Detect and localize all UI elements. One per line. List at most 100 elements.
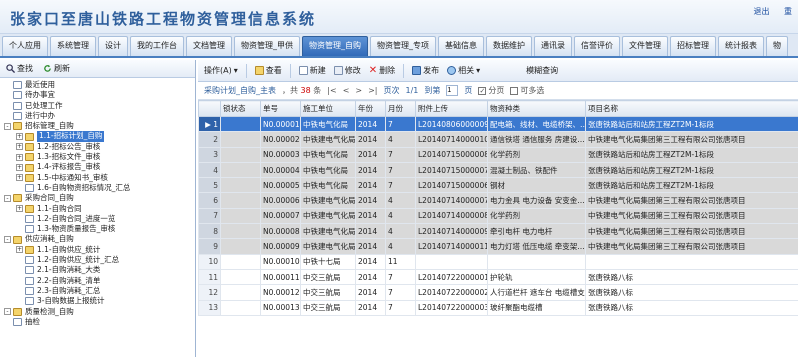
table-row[interactable]: 13 N0.00013 中交三航局 2014 7 L20140722000003 玻纤聚酯电… <box>198 299 798 316</box>
new-button[interactable]: 新建 <box>298 65 326 76</box>
tree-node[interactable]: 1.2-自购合同_进度一览 <box>4 214 195 224</box>
nav-tab[interactable]: 我的工作台 <box>130 36 184 56</box>
edit-button[interactable]: 修改 <box>333 65 361 76</box>
tree-node[interactable]: +1.5-中标通知书_审核 <box>4 173 195 183</box>
nav-tab[interactable]: 招标管理 <box>670 36 716 56</box>
tree-node[interactable]: 2.3-自购消耗_汇总 <box>4 286 195 296</box>
column-header[interactable]: 月份 <box>385 100 416 117</box>
tree-node[interactable]: +1.1-招标计划_自购 <box>4 131 195 142</box>
expand-icon[interactable]: + <box>16 205 23 213</box>
tree-node[interactable]: - 采购合同_自购 <box>4 193 195 203</box>
table-row[interactable]: 9 N0.00009 中铁建电气化局 2014 4 L20140714000011 电力灯塔… <box>198 238 798 255</box>
table-cell: 中铁电气化局 <box>300 177 356 194</box>
tree-node[interactable]: +1.1-自购合同 <box>4 204 195 214</box>
search-button[interactable]: 查找 <box>6 63 33 74</box>
table-cell: 7 <box>385 284 416 301</box>
column-header[interactable]: 施工单位 <box>300 100 356 117</box>
tree-node[interactable]: 最近使用 <box>4 80 195 90</box>
page-number: 1/1 <box>405 86 419 95</box>
table-row[interactable]: 11 N0.00011 中交三航局 2014 7 L20140722000001 护轮轨 张唐… <box>198 268 798 286</box>
column-header[interactable]: 项目名称 <box>585 100 798 117</box>
collapse-icon[interactable]: - <box>4 236 11 244</box>
tree-node[interactable]: 1.6-自购物资招标情况_汇总 <box>4 183 195 193</box>
nav-tab[interactable]: 统计报表 <box>718 36 764 56</box>
tree-node[interactable]: - 质量检测_自购 <box>4 307 195 317</box>
multi-select-checkbox[interactable]: 可多选 <box>510 85 544 96</box>
logout-link[interactable]: 退出 <box>753 7 769 16</box>
prev-page-icon[interactable]: < <box>343 86 350 95</box>
nav-tab[interactable]: 数据维护 <box>486 36 532 56</box>
table-cell: 中铁电气化局 <box>300 161 356 179</box>
tree-node[interactable]: - 招标管理_自购 <box>4 121 195 131</box>
tree-node[interactable]: 待办事宜 <box>4 90 195 100</box>
table-cell: 7 <box>385 146 416 163</box>
expand-icon[interactable]: + <box>16 246 23 254</box>
tree-node[interactable]: 2.2-自购消耗_清单 <box>4 276 195 286</box>
nav-tab[interactable]: 基础信息 <box>438 36 484 56</box>
fuzzy-search-button[interactable]: 模糊查询 <box>526 65 558 76</box>
tree-node[interactable]: - 供应消耗_自购 <box>4 234 195 244</box>
table-row[interactable]: 7 N0.00007 中铁建电气化局 2014 4 L20140714000008 化学药剂… <box>198 207 798 225</box>
refresh-button[interactable]: 刷新 <box>43 63 70 74</box>
paging-checkbox[interactable]: ✓ 分页 <box>478 85 504 96</box>
table-row[interactable]: 2 N0.00002 中铁建电气化局 2014 4 L20140714000010 通信铁塔… <box>198 131 798 148</box>
collapse-icon[interactable]: - <box>4 308 11 316</box>
table-row[interactable]: 10 N0.00010 中铁十七局 2014 11 <box>198 253 798 270</box>
tree-node[interactable]: +1.3-招标文件_审核 <box>4 152 195 162</box>
nav-tab[interactable]: 个人应用 <box>2 36 48 56</box>
tree-node[interactable]: 2.1-自购消耗_大类 <box>4 265 195 275</box>
help-link[interactable]: 重 <box>784 7 792 16</box>
nav-tab[interactable]: 文档管理 <box>186 36 232 56</box>
last-page-icon[interactable]: >| <box>368 86 377 95</box>
table-row[interactable]: 8 N0.00008 中铁建电气化局 2014 4 L20140714000009 牵引电杆… <box>198 223 798 240</box>
column-header[interactable]: 附件上传 <box>415 100 488 117</box>
nav-tab[interactable]: 通讯录 <box>534 36 572 56</box>
table-row[interactable]: 3 N0.00003 中铁电气化局 2014 7 L20140715000008 化学药剂张… <box>198 146 798 163</box>
nav-tab[interactable]: 物资管理_甲供 <box>234 36 300 56</box>
next-page-icon[interactable]: > <box>355 86 362 95</box>
nav-tab[interactable]: 设计 <box>98 36 128 56</box>
tree-node[interactable]: +1.2-招标公告_审核 <box>4 142 195 152</box>
expand-icon[interactable]: + <box>16 164 23 172</box>
tree-node[interactable]: 3-自购数据上报统计 <box>4 296 195 306</box>
goto-page-input[interactable] <box>446 85 459 96</box>
publish-button[interactable]: 发布 <box>412 65 439 76</box>
tree-node[interactable]: 进行中办 <box>4 111 195 121</box>
tree-node[interactable]: +1.4-评标报告_审核 <box>4 162 195 172</box>
nav-tab[interactable]: 物 <box>766 36 788 56</box>
tree-node[interactable]: +1.1-自购供应_统计 <box>4 245 195 255</box>
tree-node-label: 1.3-物资质量报告_审核 <box>37 224 116 234</box>
expand-icon[interactable]: + <box>16 174 23 182</box>
table-row[interactable]: 5 N0.00005 中铁电气化局 2014 7 L20140715000006 钢材 张唐铁… <box>198 177 798 194</box>
view-button[interactable]: 查看 <box>254 65 282 76</box>
table-row[interactable]: 6 N0.00006 中铁建电气化局 2014 4 L20140714000007 电力金具… <box>198 192 798 209</box>
related-button[interactable]: 相关 ▾ <box>447 65 480 76</box>
nav-tab[interactable]: 信誉评价 <box>574 36 620 56</box>
tree-node[interactable]: 1.3-物资质量报告_审核 <box>4 224 195 234</box>
collapse-icon[interactable]: - <box>4 194 11 202</box>
expand-icon[interactable]: + <box>16 153 23 161</box>
column-header[interactable]: 锁状态 <box>220 100 261 117</box>
expand-icon[interactable]: + <box>16 133 23 141</box>
nav-tab[interactable]: 物资管理_专项 <box>370 36 436 56</box>
nav-tab[interactable]: 系统管理 <box>50 36 96 56</box>
collapse-icon[interactable]: - <box>4 122 11 130</box>
first-page-icon[interactable]: |< <box>327 86 336 95</box>
table-row[interactable]: 4 N0.00004 中铁电气化局 2014 7 L20140715000007 混凝土制品… <box>198 161 798 179</box>
table-row[interactable]: ▶ 1 N0.00001 中铁电气化局 2014 7 L20140806000009 配电箱… <box>198 115 798 133</box>
nav-tab[interactable]: 物资管理_自购 <box>302 36 368 56</box>
tree-node[interactable]: 已处理工作 <box>4 101 195 111</box>
table-cell: 化学药剂 <box>487 146 586 163</box>
column-header[interactable] <box>198 100 221 117</box>
tree-node[interactable]: 抽检 <box>4 317 195 327</box>
table-row[interactable]: 12 N0.00012 中交三航局 2014 7 L20140722000002 人行道栏杆… <box>198 284 798 301</box>
column-header[interactable]: 单号 <box>260 100 301 117</box>
expand-icon[interactable]: + <box>16 143 23 151</box>
operate-menu[interactable]: 操作(A) ▾ <box>204 65 238 76</box>
tree-node[interactable]: 1.2-自购供应_统计_汇总 <box>4 255 195 265</box>
column-header[interactable]: 物资种类 <box>487 100 586 117</box>
nav-tab[interactable]: 文件管理 <box>622 36 668 56</box>
column-header[interactable]: 年份 <box>355 100 386 117</box>
delete-button[interactable]: ✕ 删除 <box>369 65 395 76</box>
